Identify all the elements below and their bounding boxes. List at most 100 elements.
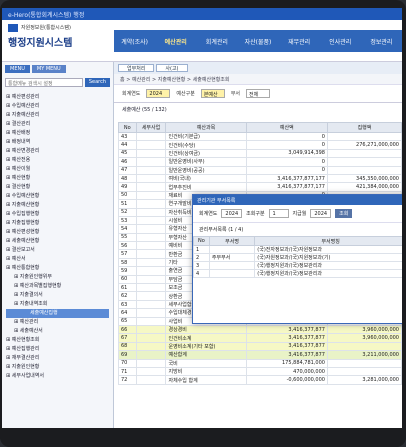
sidebar-item[interactable]: ⊞ 예산관리: [6, 318, 109, 327]
table-row[interactable]: 44 인건비(수당) 0 276,271,000,000: [118, 140, 402, 150]
sidebar-item[interactable]: ⊞ 예산배정: [6, 129, 109, 138]
top-menu-item[interactable]: 재무관리: [279, 37, 320, 46]
table-cell: 61: [118, 283, 137, 293]
sidebar-item[interactable]: ⊞ 지출결의서: [6, 291, 109, 300]
table-cell: 3,416,377,877: [245, 333, 328, 343]
menu-search-input[interactable]: 통합메뉴 검색시 설정: [5, 78, 83, 87]
table-row[interactable]: 68 운영비소계(기타 포함) 3,416,377,877: [118, 341, 402, 352]
sidebar-item[interactable]: ⊞ 예산서: [6, 255, 109, 264]
popup-cell: (국)행정지원과/(국)정보관리과: [254, 261, 402, 270]
type-select[interactable]: 본예산: [200, 89, 225, 98]
popup-cell: (국)행정지원과/(국)정보관리과: [254, 269, 402, 278]
sidebar-item[interactable]: ⊞ 수입예산현황: [6, 192, 109, 201]
table-cell: 45: [118, 148, 137, 159]
top-menu-item[interactable]: 회계관리: [196, 37, 237, 46]
popup-type-input[interactable]: 1: [268, 209, 289, 218]
popup-month-input[interactable]: 2024: [310, 209, 332, 218]
sidebar-item[interactable]: 세출예산집행: [6, 309, 109, 318]
table-cell: 자체수입 합계: [165, 375, 247, 385]
sidebar-item[interactable]: ⊞ 세출예산현황: [6, 237, 109, 246]
table-cell: 경상경비: [165, 324, 247, 335]
table-cell: 62: [118, 291, 137, 301]
sidebar-item[interactable]: ⊞ 예산편성현황: [6, 228, 109, 237]
sidebar-item[interactable]: ⊞ 지출원인현황: [6, 363, 109, 372]
popup-count: 관리부서목록 (1 / 4): [199, 227, 244, 233]
sidebar-item[interactable]: ⊞ 예산이월: [6, 165, 109, 174]
popup-row[interactable]: 1 (국)전자정보과/(국)자원정보과: [193, 245, 402, 254]
sidebar-tab-my-menu[interactable]: MY MENU: [31, 65, 66, 73]
popup-row[interactable]: 4 (국)행정지원과/(국)정보관리과: [193, 269, 402, 278]
logo[interactable]: 자원정보원(통합시스템) 행정지원시스템: [2, 20, 114, 62]
table-cell: 70: [118, 358, 137, 368]
table-row[interactable]: 47 일반운영비(공공) 0: [118, 165, 402, 175]
sidebar-item[interactable]: ⊞ 지출예산관리: [6, 111, 109, 120]
sidebar-item[interactable]: ⊞ 예산변경관리: [6, 147, 109, 156]
tab-work[interactable]: 업무처리: [118, 64, 155, 72]
table-cell: 51: [118, 199, 137, 209]
table-cell: [135, 299, 167, 310]
column-header[interactable]: No: [118, 122, 137, 133]
sidebar-item[interactable]: ⊞ 예산현황: [6, 174, 109, 183]
sidebar-item[interactable]: ⊞ 결산보고서: [6, 246, 109, 255]
table-row[interactable]: 71 지방비 470,000,000: [118, 366, 402, 377]
top-menu-item[interactable]: 계약(조사): [114, 37, 155, 46]
table-row[interactable]: 69 예산합계 3,416,377,877 3,211,000,000: [118, 350, 402, 360]
sidebar-item[interactable]: ⊞ 예산집행관리: [6, 345, 109, 354]
table-cell: 48: [118, 173, 137, 184]
column-header[interactable]: 예산액: [245, 122, 328, 133]
table-row[interactable]: 70 국비 175,884,781,000: [118, 358, 402, 368]
sidebar-item[interactable]: ⊞ 예산전용: [6, 156, 109, 165]
sidebar-item[interactable]: ⊞ 지출내역조회: [6, 300, 109, 309]
table-row[interactable]: 43 인건비(기본급) 0: [118, 131, 402, 142]
popup-column-header[interactable]: No: [193, 236, 210, 246]
table-cell: [135, 131, 167, 142]
menu-search-button[interactable]: Search: [84, 78, 110, 87]
table-row[interactable]: 66 경상경비 3,416,377,877 3,960,000,000: [118, 324, 402, 335]
top-menu-item[interactable]: 인사관리: [320, 37, 361, 46]
table-row[interactable]: 49 업무추진비 3,416,377,877,177 421,384,000,000: [118, 182, 402, 192]
table-cell: 업무추진비: [165, 182, 247, 192]
table-row[interactable]: 46 일반운영비(사무) 0: [118, 157, 402, 167]
sidebar-item[interactable]: ⊞ 수입집행현황: [6, 210, 109, 219]
sidebar-item[interactable]: ⊞ 지출원인행위부: [6, 273, 109, 282]
sidebar-item[interactable]: ⊞ 지출집행현황: [6, 219, 109, 228]
sidebar-item[interactable]: ⊞ 세부사업내역서: [6, 372, 109, 381]
table-row[interactable]: 72 자체수입 합계 -0,600,000,000 3,281,000,000: [118, 375, 402, 385]
popup-row[interactable]: 3 (국)행정지원과/(국)정보관리과: [193, 261, 402, 270]
sidebar-item[interactable]: ⊞ 결산관리: [6, 120, 109, 129]
table-row[interactable]: 67 인건비소계 3,416,377,877 3,960,000,000: [118, 333, 402, 343]
table-cell: 470,000,000: [245, 366, 328, 377]
top-menu-item[interactable]: 예산관리: [155, 37, 196, 46]
sidebar-item[interactable]: ⊞ 결산현황: [6, 183, 109, 192]
sidebar-item[interactable]: ⊞ 세출예산서: [6, 327, 109, 336]
table-row[interactable]: 48 여비(국내) 3,416,377,877,177 345,350,000,000: [118, 173, 402, 184]
dept-select[interactable]: 전체: [246, 89, 271, 98]
table-cell: 3,416,377,877: [245, 350, 328, 360]
popup-year-input[interactable]: 2024: [221, 209, 243, 218]
year-select[interactable]: 2024: [146, 89, 171, 98]
popup-search-button[interactable]: 조회: [335, 209, 353, 218]
column-header[interactable]: 세부사업: [135, 122, 167, 133]
sidebar-item[interactable]: ⊞ 배정내역: [6, 138, 109, 147]
sidebar-item[interactable]: ⊞ 지출예산현황: [6, 201, 109, 210]
sub-tabs: 업무처리 사(고): [114, 62, 402, 74]
column-header[interactable]: 집행액: [326, 122, 402, 133]
sidebar-item[interactable]: ⊞ 예산과목별집행현황: [6, 282, 109, 291]
sidebar-item[interactable]: ⊞ 재무결산관리: [6, 354, 109, 363]
table-row[interactable]: 45 인건비(상여금) 3,049,914,398: [118, 148, 402, 159]
popup-row[interactable]: 2 주무부서 (국)자원정보과/(국)지원정보과(기): [193, 253, 402, 262]
sidebar-item[interactable]: ⊞ 예산현황조회: [6, 336, 109, 345]
sidebar-item[interactable]: ⊞ 수입예산관리: [6, 102, 109, 111]
sidebar-item[interactable]: ⊞ 예산통합현황: [6, 264, 109, 273]
top-menu-item[interactable]: 정보관리: [361, 37, 402, 46]
table-cell: 175,884,781,000: [245, 358, 328, 368]
table-cell: 46: [118, 157, 137, 167]
column-header[interactable]: 예산과목: [165, 122, 247, 133]
top-menu-item[interactable]: 자산(물품): [237, 37, 278, 46]
tab-other[interactable]: 사(고): [156, 64, 188, 72]
table-cell: 55: [118, 232, 137, 243]
sidebar-tab-menu[interactable]: MENU: [5, 65, 30, 73]
sidebar-item[interactable]: ⊞ 예산편성관리: [6, 93, 109, 102]
popup-column-header[interactable]: 부서명: [208, 236, 256, 246]
popup-column-header[interactable]: 부서명칭: [254, 236, 402, 246]
